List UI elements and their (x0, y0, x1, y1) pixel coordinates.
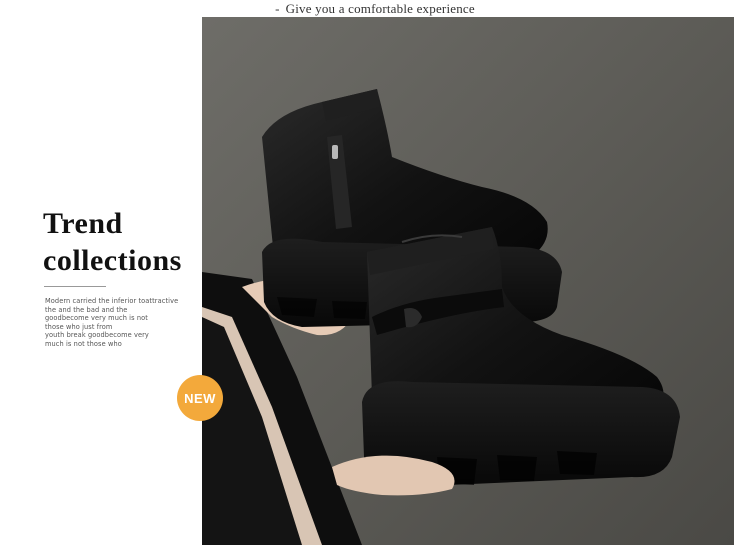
description-line: the and the bad and the (45, 305, 128, 314)
tagline-dash: - (275, 1, 280, 16)
product-photo (202, 17, 734, 545)
title-line-1: Trend (43, 207, 123, 240)
description-line: goodbecome very much is not (45, 314, 148, 323)
section-title: Trend collections (43, 205, 182, 279)
tagline-text: Give you a comfortable experience (285, 1, 475, 16)
boots-illustration (202, 17, 734, 545)
description-line: youth break goodbecome very (45, 331, 149, 340)
new-badge: NEW (177, 375, 223, 421)
description-line: those who just from (45, 322, 113, 331)
description-line: Modern carried the inferior toattractive (45, 297, 179, 305)
new-badge-label: NEW (184, 390, 216, 406)
description-line: much is not those who (45, 339, 122, 348)
title-underline (44, 286, 106, 287)
title-line-2: collections (43, 244, 182, 277)
description: Modern carried the inferior toattractive… (45, 297, 195, 349)
tagline: - Give you a comfortable experience (0, 1, 750, 17)
